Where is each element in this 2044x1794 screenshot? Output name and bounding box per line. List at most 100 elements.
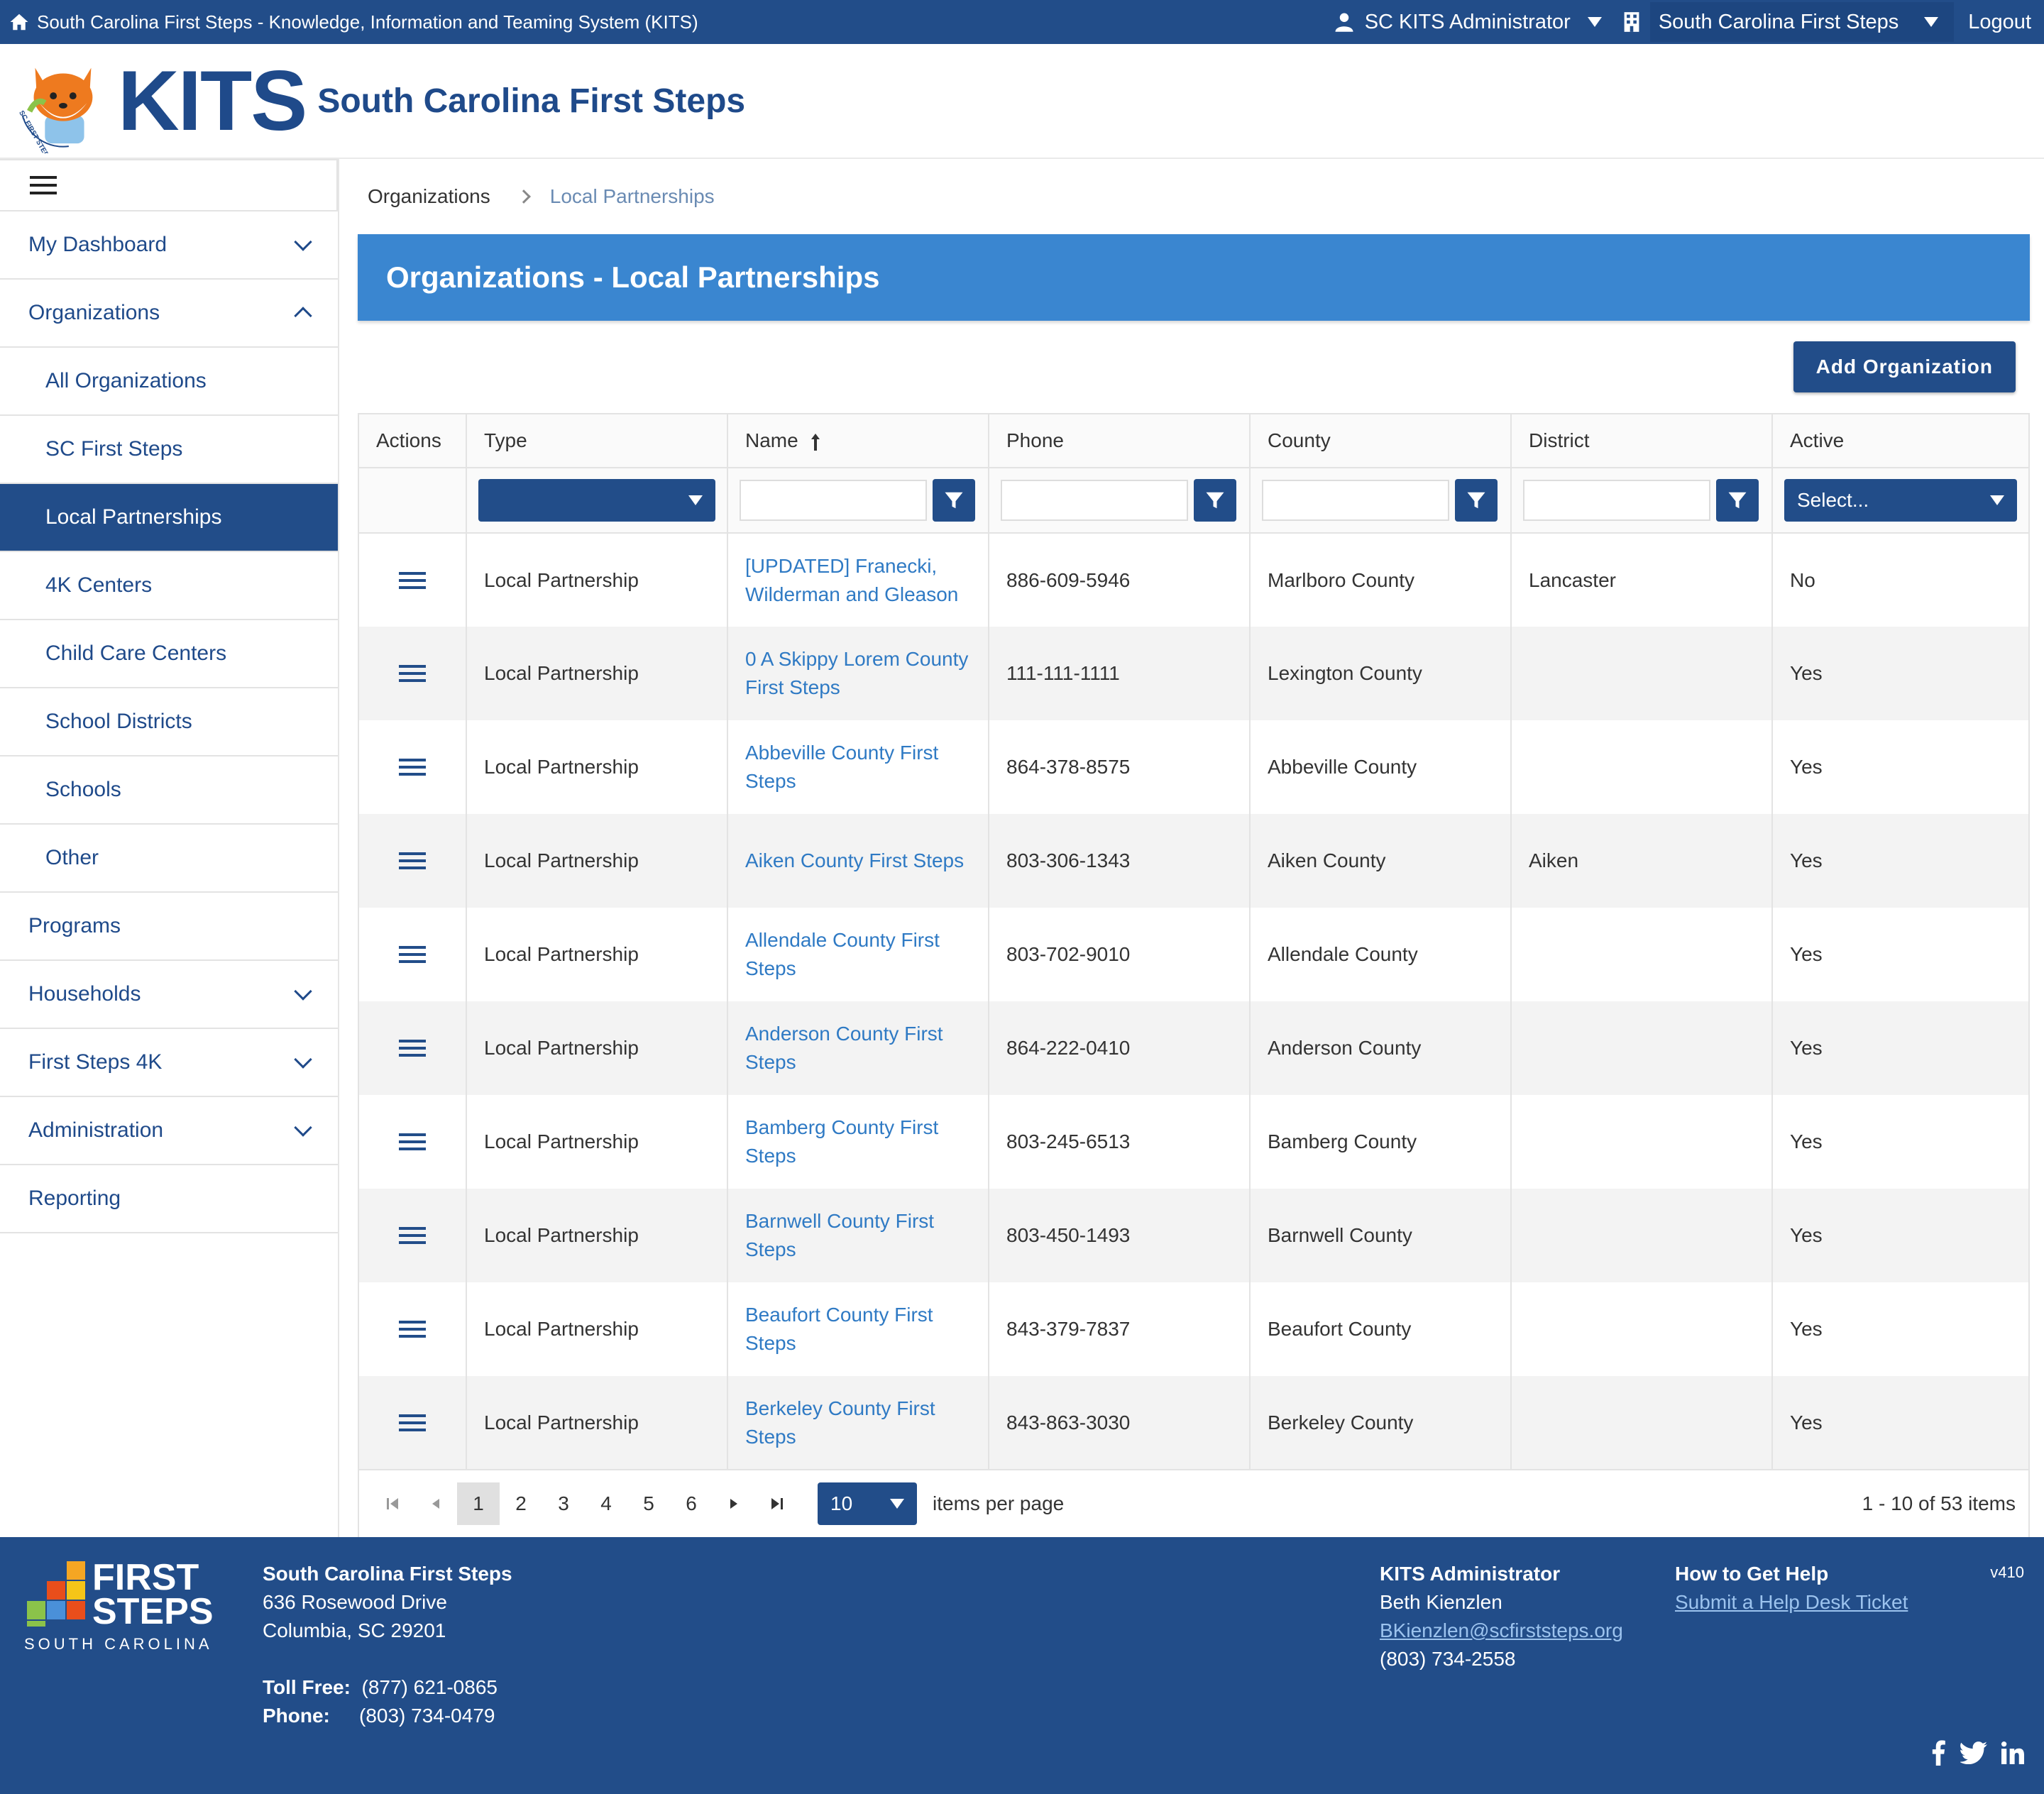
organization-link[interactable]: Allendale County First Steps [745, 929, 940, 979]
organization-link[interactable]: Bamberg County First Steps [745, 1116, 938, 1167]
row-menu-icon[interactable] [399, 1226, 426, 1245]
row-county: Anderson County [1250, 1001, 1512, 1095]
table-row: Local Partnership Barnwell County First S… [358, 1189, 2029, 1282]
last-page-icon [771, 1498, 783, 1509]
active-filter-select[interactable]: Select... [1784, 479, 2017, 522]
nav-my-dashboard[interactable]: My Dashboard [0, 211, 338, 280]
add-organization-button[interactable]: Add Organization [1793, 341, 2016, 392]
nav-label: Other [45, 846, 99, 869]
org-switcher[interactable]: South Carolina First Steps [1649, 2, 1955, 42]
col-county[interactable]: County [1250, 414, 1512, 468]
phone-filter-input[interactable] [1001, 480, 1188, 521]
row-active: Yes [1790, 943, 1823, 965]
nav-label: Reporting [28, 1187, 121, 1210]
organization-link[interactable]: Barnwell County First Steps [745, 1210, 934, 1260]
row-menu-icon[interactable] [399, 852, 426, 870]
row-county: Lexington County [1250, 627, 1512, 720]
breadcrumb-organizations[interactable]: Organizations [368, 185, 490, 208]
sidebar-toggle[interactable] [0, 159, 338, 211]
nav-4k-centers[interactable]: 4K Centers [0, 552, 338, 620]
nav-administration[interactable]: Administration [0, 1097, 338, 1165]
row-active: Yes [1772, 814, 2029, 908]
col-district[interactable]: District [1511, 414, 1773, 468]
last-page-button[interactable] [755, 1482, 798, 1525]
nav-local-partnerships[interactable]: Local Partnerships [0, 484, 338, 552]
row-menu-icon[interactable] [399, 1414, 426, 1432]
fox-mascot-logo[interactable]: SC FIRST STEPS [9, 48, 114, 153]
first-page-button[interactable] [372, 1482, 414, 1525]
organizations-grid: Actions Type Name Phone County District … [358, 413, 2030, 1470]
user-menu[interactable]: SC KITS Administrator [1365, 11, 1571, 34]
nav-child-care-centers[interactable]: Child Care Centers [0, 620, 338, 688]
organization-link[interactable]: Anderson County First Steps [745, 1023, 943, 1073]
row-menu-icon[interactable] [399, 945, 426, 964]
linkedin-icon[interactable] [2001, 1741, 2024, 1764]
nav-reporting[interactable]: Reporting [0, 1165, 338, 1233]
district-filter-input[interactable] [1523, 480, 1710, 521]
filter-actions [358, 468, 467, 534]
nav-sc-first-steps[interactable]: SC First Steps [0, 416, 338, 484]
organization-link[interactable]: 0 A Skippy Lorem County First Steps [745, 648, 968, 698]
nav-organizations[interactable]: Organizations [0, 280, 338, 348]
col-name[interactable]: Name [727, 414, 989, 468]
row-menu-icon[interactable] [399, 1320, 426, 1338]
table-row: Local Partnership [UPDATED] Franecki, Wil… [358, 533, 2029, 627]
filter-district-cell [1511, 468, 1773, 534]
prev-page-button[interactable] [414, 1482, 457, 1525]
nav-schools[interactable]: Schools [0, 756, 338, 825]
col-type[interactable]: Type [466, 414, 728, 468]
chevron-down-icon[interactable] [1587, 17, 1602, 27]
page-2-button[interactable]: 2 [500, 1482, 542, 1525]
row-menu-icon[interactable] [399, 758, 426, 776]
home-icon[interactable] [9, 11, 30, 33]
page-6-button[interactable]: 6 [670, 1482, 713, 1525]
next-page-button[interactable] [713, 1482, 755, 1525]
organization-link[interactable]: Aiken County First Steps [745, 849, 964, 871]
filter-active-cell: Select... [1772, 468, 2029, 534]
footer-org-name: South Carolina First Steps [263, 1563, 512, 1585]
logout-link[interactable]: Logout [1968, 11, 2035, 34]
name-filter-button[interactable] [933, 479, 975, 522]
footer-admin-email-link[interactable]: BKienzlen@scfirststeps.org [1380, 1619, 1623, 1641]
footer: FIRST STEPS SOUTH CAROLINA South Carolin… [0, 1537, 2044, 1794]
organization-link[interactable]: Abbeville County First Steps [745, 742, 938, 792]
nav-school-districts[interactable]: School Districts [0, 688, 338, 756]
organization-link[interactable]: Berkeley County First Steps [745, 1397, 935, 1448]
footer-address-line2: Columbia, SC 29201 [263, 1619, 446, 1641]
page-3-button[interactable]: 3 [542, 1482, 585, 1525]
organization-link[interactable]: [UPDATED] Franecki, Wilderman and Gleaso… [745, 555, 958, 605]
row-name-cell: Anderson County First Steps [727, 1001, 989, 1095]
district-filter-button[interactable] [1716, 479, 1759, 522]
county-filter-button[interactable] [1455, 479, 1498, 522]
organization-link[interactable]: Beaufort County First Steps [745, 1304, 933, 1354]
footer-admin-phone: (803) 734-2558 [1380, 1648, 1516, 1670]
type-filter-select[interactable] [478, 479, 715, 522]
name-filter-input[interactable] [740, 480, 927, 521]
row-active: Yes [1790, 1318, 1823, 1340]
page-4-button[interactable]: 4 [585, 1482, 627, 1525]
county-filter-input[interactable] [1262, 480, 1449, 521]
page-size-value: 10 [830, 1492, 853, 1514]
col-phone[interactable]: Phone [989, 414, 1251, 468]
page-5-button[interactable]: 5 [627, 1482, 670, 1525]
row-menu-icon[interactable] [399, 1039, 426, 1057]
first-steps-logo[interactable]: FIRST STEPS SOUTH CAROLINA [21, 1558, 234, 1658]
row-actions-cell [358, 1189, 467, 1282]
row-menu-icon[interactable] [399, 664, 426, 683]
row-menu-icon[interactable] [399, 571, 426, 590]
row-actions-cell [358, 1376, 467, 1470]
col-active[interactable]: Active [1772, 414, 2029, 468]
row-district [1511, 1189, 1773, 1282]
nav-first-steps-4k[interactable]: First Steps 4K [0, 1029, 338, 1097]
nav-all-organizations[interactable]: All Organizations [0, 348, 338, 416]
help-desk-ticket-link[interactable]: Submit a Help Desk Ticket [1675, 1591, 1908, 1613]
facebook-icon[interactable] [1930, 1740, 1946, 1766]
page-size-select[interactable]: 10 [818, 1482, 917, 1525]
phone-filter-button[interactable] [1194, 479, 1236, 522]
twitter-icon[interactable] [1960, 1741, 1987, 1764]
nav-programs[interactable]: Programs [0, 893, 338, 961]
nav-households[interactable]: Households [0, 961, 338, 1029]
page-1-button[interactable]: 1 [457, 1482, 500, 1525]
nav-other[interactable]: Other [0, 825, 338, 893]
row-menu-icon[interactable] [399, 1133, 426, 1151]
